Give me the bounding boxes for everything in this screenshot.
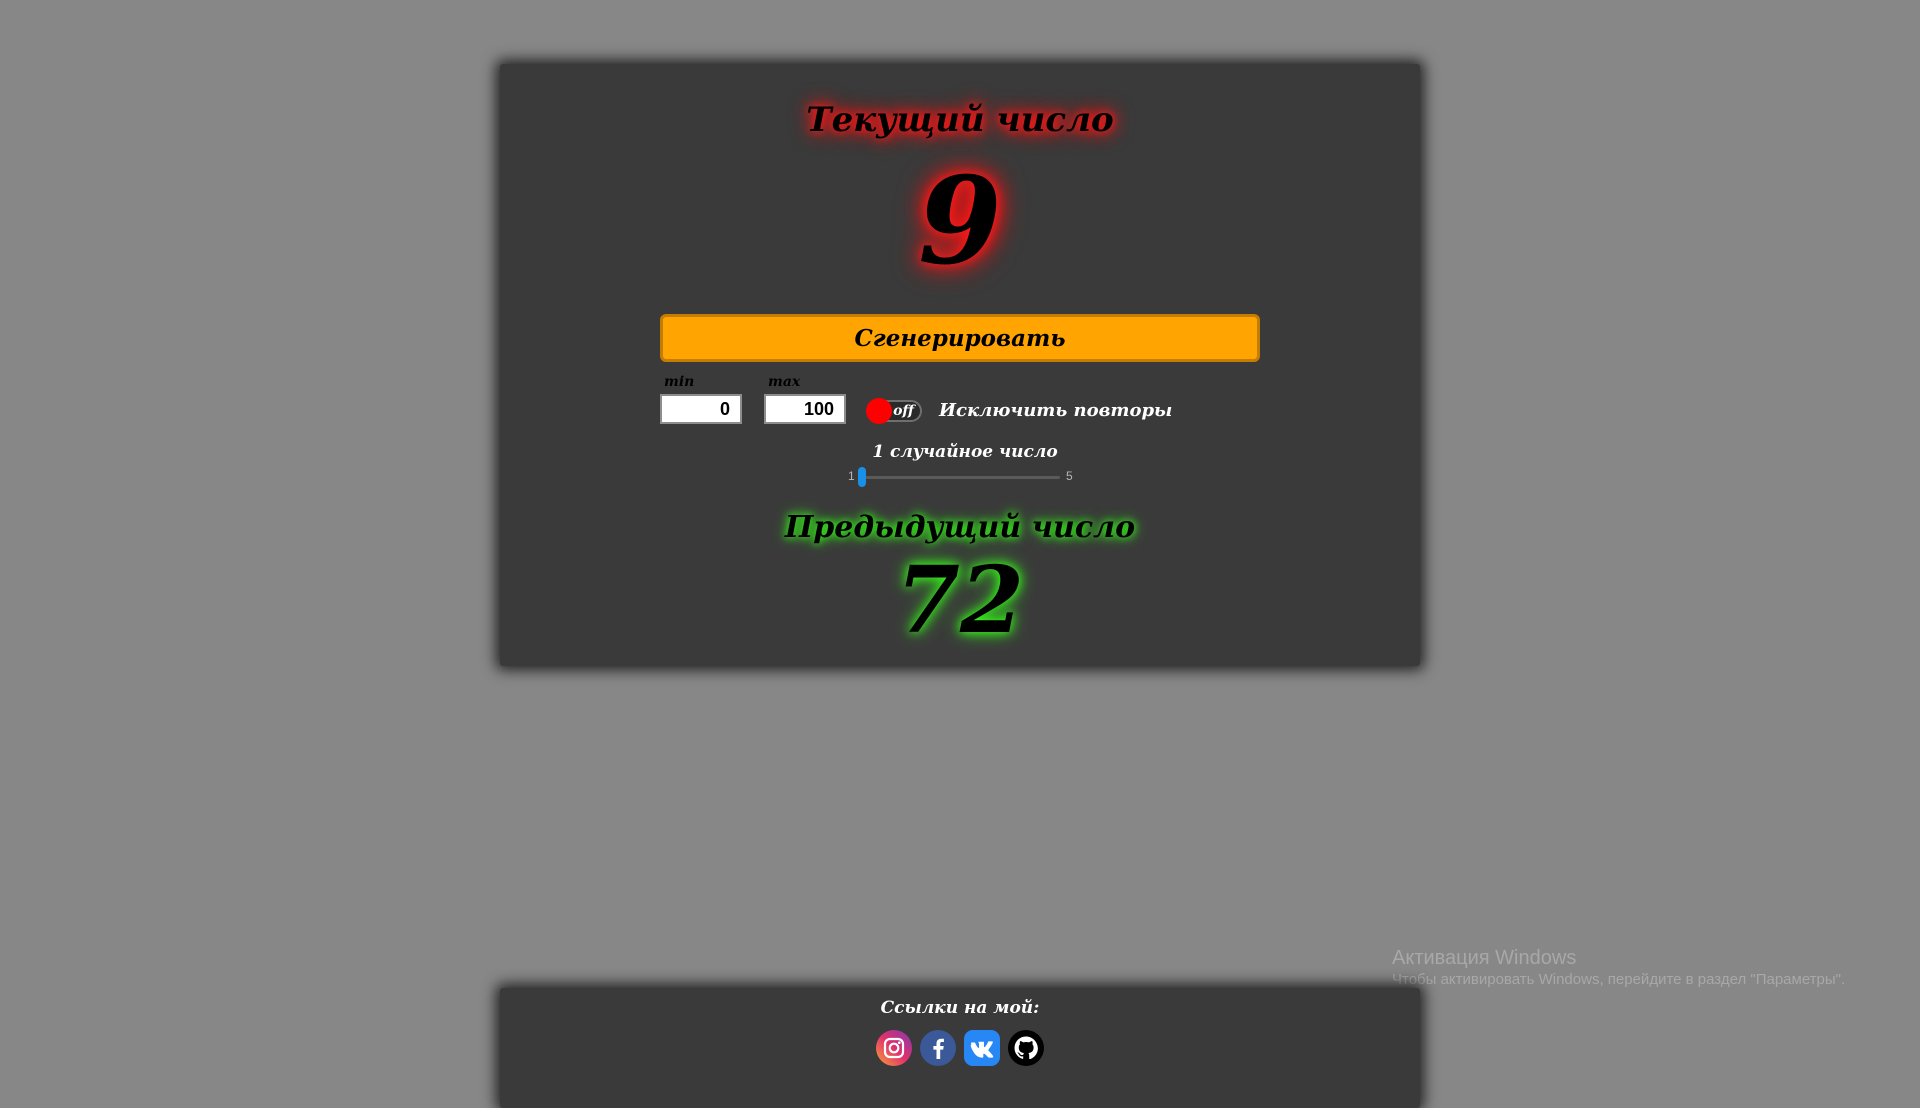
exclude-repeats-toggle[interactable]: off	[866, 398, 922, 424]
toggle-state-text: off	[893, 403, 914, 419]
previous-number-title: Предыдущий число	[784, 510, 1136, 545]
current-number-value: 9	[918, 151, 1002, 292]
generate-button[interactable]: Сгенерировать	[660, 314, 1260, 362]
windows-activation-watermark: Активация Windows Чтобы активировать Win…	[1392, 946, 1845, 990]
min-label: min	[664, 374, 695, 390]
slider-min-label: 1	[848, 469, 855, 483]
vk-icon[interactable]	[964, 1030, 1000, 1066]
instagram-icon[interactable]	[876, 1030, 912, 1066]
footer-title: Ссылки на мой:	[880, 998, 1040, 1018]
slider-max-label: 5	[1066, 469, 1073, 483]
footer-card: Ссылки на мой:	[500, 988, 1420, 1108]
watermark-title: Активация Windows	[1392, 947, 1577, 969]
exclude-repeats-label: Исключить повторы	[939, 400, 1173, 421]
previous-number-value: 72	[895, 546, 1025, 654]
min-input[interactable]	[660, 394, 742, 424]
social-links	[500, 1030, 1420, 1066]
generator-card: Текущий число 9 Сгенерировать min max of…	[500, 64, 1420, 666]
count-slider[interactable]	[858, 467, 1060, 487]
toggle-knob	[866, 398, 892, 424]
facebook-icon[interactable]	[920, 1030, 956, 1066]
max-input[interactable]	[764, 394, 846, 424]
count-slider-thumb[interactable]	[858, 467, 866, 487]
count-label: 1 случайное число	[872, 442, 1058, 462]
github-icon[interactable]	[1008, 1030, 1044, 1066]
max-label: max	[768, 374, 801, 390]
watermark-text: Чтобы активировать Windows, перейдите в …	[1392, 971, 1846, 988]
current-number-title: Текущий число	[806, 100, 1114, 140]
